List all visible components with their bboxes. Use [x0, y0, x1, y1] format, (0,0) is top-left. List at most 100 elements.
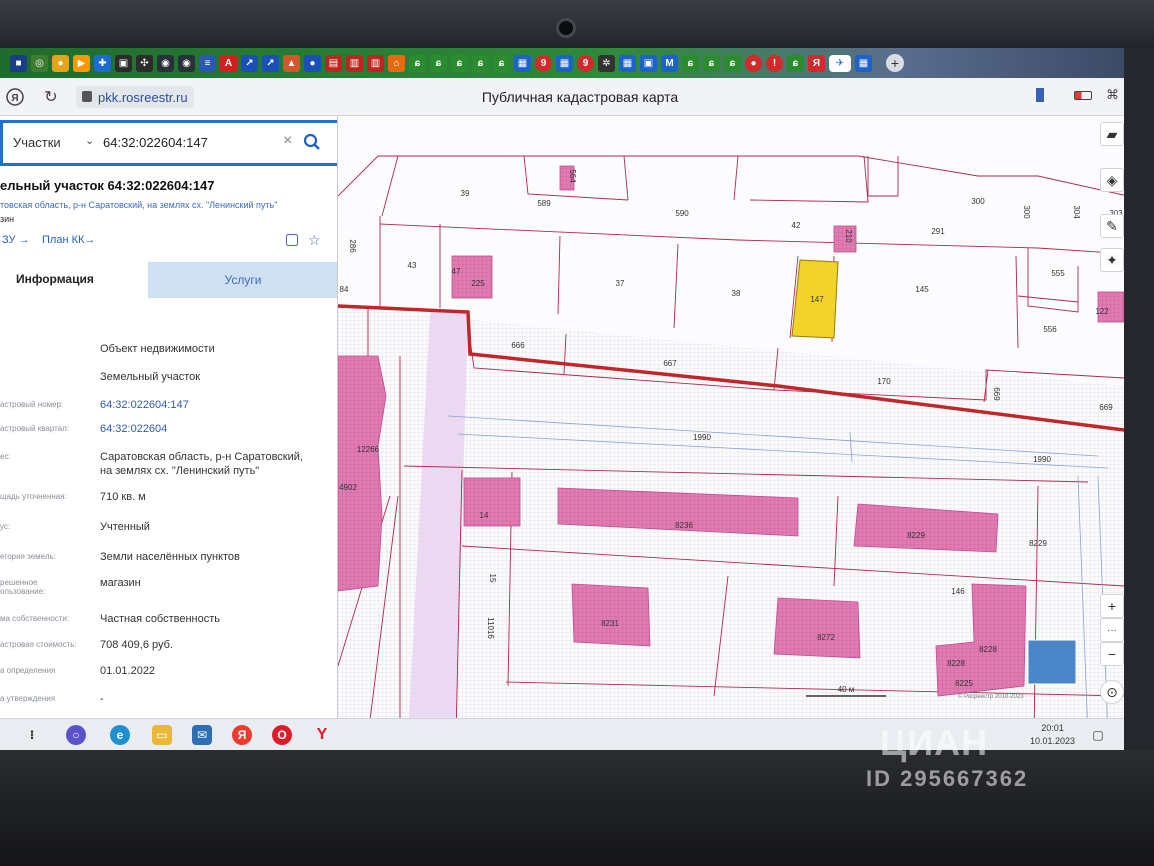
tab-favicon[interactable]: ɕ — [703, 54, 720, 72]
tab-favicon[interactable]: ɕ — [724, 54, 741, 72]
tab-favicon[interactable]: ✣ — [136, 54, 153, 72]
task-view-icon[interactable]: ⁝ — [22, 725, 42, 745]
tab-favicon[interactable]: ɕ — [451, 54, 468, 72]
tab-favicon[interactable]: ▤ — [325, 54, 342, 72]
info-row-label: решенное ользование: — [0, 578, 46, 596]
search-type-select[interactable]: Участки — [13, 135, 61, 150]
mail-icon[interactable]: ✉ — [192, 725, 212, 745]
tab-favicon[interactable]: ▦ — [556, 54, 573, 72]
tab-favicon[interactable]: ▥ — [367, 54, 384, 72]
yandex-browser-icon[interactable]: Я — [232, 725, 252, 745]
tab-favicon[interactable]: ▦ — [619, 54, 636, 72]
tab-favicon[interactable]: ɕ — [493, 54, 510, 72]
search-input[interactable]: 64:32:022604:147 — [103, 135, 208, 150]
tab-favicon[interactable]: ! — [766, 54, 783, 72]
info-row-label: щадь уточненная: — [0, 492, 67, 501]
tab-favicon[interactable]: ◉ — [157, 54, 174, 72]
tab-favicon[interactable]: ≡ — [199, 54, 216, 72]
tab-favicon[interactable]: ◎ — [31, 54, 48, 72]
search-icon[interactable] — [303, 133, 321, 156]
tab-favicon[interactable]: ▣ — [640, 54, 657, 72]
tab-favicon[interactable]: ◉ — [178, 54, 195, 72]
tab-favicon[interactable]: ▦ — [514, 54, 531, 72]
scale-label: 40 м — [838, 685, 855, 694]
chevron-down-icon[interactable]: ⌄ — [85, 134, 94, 147]
tab-favicon[interactable]: ● — [304, 54, 321, 72]
tab-favicon[interactable]: ⌂ — [388, 54, 405, 72]
opera-icon[interactable]: O — [272, 725, 292, 745]
parcel-label: 122 — [1095, 307, 1109, 316]
measure-icon[interactable]: ✎ — [1100, 214, 1124, 238]
info-row-label: а определения — [0, 666, 56, 675]
parcel-label: 8228 — [979, 645, 997, 654]
info-row: а утверждения - — [0, 690, 337, 714]
tab-favicon[interactable]: ɕ — [409, 54, 426, 72]
tab-information[interactable]: Информация — [0, 262, 148, 298]
object-title: ельный участок 64:32:022604:147 — [0, 178, 215, 193]
tab-favicon[interactable]: ▥ — [346, 54, 363, 72]
tab-favicon[interactable]: A — [220, 54, 237, 72]
tab-favicon[interactable]: ▲ — [283, 54, 300, 72]
tab-favicon-badge[interactable]: 9 — [577, 54, 594, 72]
link-zu[interactable]: ЗУ → — [2, 234, 30, 246]
minimap[interactable] — [1027, 639, 1077, 685]
layers-icon[interactable]: ◈ — [1100, 168, 1124, 192]
info-row-value[interactable]: 64:32:022604:147 — [100, 398, 189, 412]
map-canvas[interactable]: 3958956459042210291300300304303434722537… — [338, 116, 1124, 736]
tab-favicon-yandex[interactable]: Я — [808, 54, 825, 72]
zoom-in-icon[interactable]: + — [1100, 594, 1124, 618]
page-title: Публичная кадастровая карта — [481, 89, 679, 105]
tab-favicon[interactable]: ɕ — [430, 54, 447, 72]
notifications-icon[interactable]: ▢ — [1088, 725, 1108, 745]
search-bar[interactable]: Участки ⌄ 64:32:022604:147 × — [0, 120, 337, 166]
edge-icon[interactable]: e — [110, 725, 130, 745]
clear-icon[interactable]: × — [283, 132, 292, 150]
parcel-label: 37 — [616, 279, 625, 288]
url-field[interactable]: pkk.rosreestr.ru — [76, 86, 194, 108]
geolocation-icon[interactable]: ⊙ — [1100, 680, 1124, 704]
tab-favicon[interactable]: ● — [52, 54, 69, 72]
extensions-icon[interactable]: ⌘ — [1106, 87, 1119, 103]
parcel-label: 1990 — [1033, 455, 1051, 464]
parcel-label: 4902 — [339, 483, 357, 492]
tab-favicon[interactable]: ↗ — [241, 54, 258, 72]
zoom-out-icon[interactable]: − — [1100, 642, 1124, 666]
laptop-screen: ■ ◎ ● ▶ ✚ ▣ ✣ ◉ ◉ ≡ A ↗ ↗ ▲ ● ▤ ▥ ▥ ⌂ ɕ … — [0, 48, 1124, 750]
new-tab-button[interactable]: + — [886, 54, 904, 72]
reload-icon[interactable]: ↻ — [40, 86, 62, 108]
active-tab-rosreestr[interactable]: ✈ — [829, 54, 851, 72]
info-row-value[interactable]: 64:32:022604 — [100, 422, 167, 436]
bookmark-icon[interactable] — [1036, 88, 1044, 102]
locate-icon[interactable]: ✦ — [1100, 248, 1124, 272]
tab-favicon[interactable]: ● — [745, 54, 762, 72]
tab-favicon[interactable]: ↗ — [262, 54, 279, 72]
tab-favicon[interactable]: ▣ — [115, 54, 132, 72]
tab-favicon-badge[interactable]: 9 — [535, 54, 552, 72]
tab-favicon[interactable]: ɕ — [682, 54, 699, 72]
yandex-back-icon[interactable]: Я — [4, 86, 26, 108]
cortana-icon[interactable]: ○ — [66, 725, 86, 745]
tab-favicon[interactable]: ▶ — [73, 54, 90, 72]
tab-favicon[interactable]: ɕ — [787, 54, 804, 72]
file-explorer-icon[interactable]: ▭ — [152, 725, 172, 745]
taskbar-clock[interactable]: 20:01 10.01.2023 — [1030, 722, 1075, 748]
tab-services[interactable]: Услуги — [148, 262, 337, 298]
parcel-label: 11016 — [486, 617, 495, 639]
link-plan-kk[interactable]: План КК→ — [42, 234, 95, 246]
star-icon[interactable]: ☆ — [308, 232, 321, 249]
parcel-label: 666 — [511, 341, 525, 350]
cadastral-map[interactable]: 3958956459042210291300300304303434722537… — [338, 116, 1124, 736]
info-row: щадь уточненная: 710 кв. м — [0, 488, 337, 512]
yandex-icon[interactable]: Y — [312, 725, 332, 745]
zoom-to-icon[interactable] — [286, 234, 298, 246]
tab-favicon[interactable]: ✚ — [94, 54, 111, 72]
more-icon[interactable]: ··· — [1100, 618, 1124, 642]
lock-icon — [82, 91, 92, 102]
tab-favicon[interactable]: ✲ — [598, 54, 615, 72]
tab-favicon[interactable]: ▦ — [855, 54, 872, 72]
basemap-icon[interactable]: ▰ — [1100, 122, 1124, 146]
webcam — [556, 18, 576, 38]
tab-favicon[interactable]: ɕ — [472, 54, 489, 72]
tab-favicon[interactable]: ■ — [10, 54, 27, 72]
tab-favicon[interactable]: M — [661, 54, 678, 72]
